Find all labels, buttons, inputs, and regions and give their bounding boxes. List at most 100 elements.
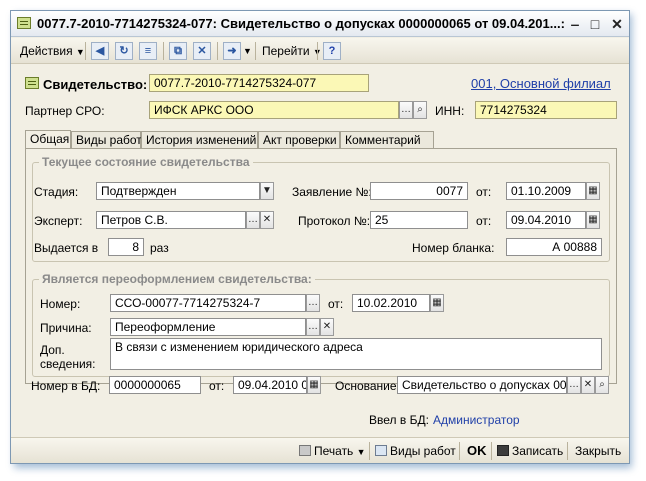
clear-icon[interactable]: ✕ (581, 376, 595, 394)
calendar-icon[interactable]: ▦ (586, 182, 600, 200)
tab-comment[interactable]: Комментарий (340, 131, 434, 149)
search-icon[interactable]: ⌕ (413, 101, 427, 119)
window-title: 0077.7-2010-7714275324-077: Свидетельств… (37, 16, 565, 31)
expert-field[interactable]: Петров С.В. (96, 211, 246, 229)
print-label: Печать (314, 444, 354, 458)
form-number-field[interactable]: А 00888 (506, 238, 602, 256)
clear-icon[interactable]: ✕ (320, 318, 334, 336)
entered-by-value[interactable]: Администратор (433, 413, 520, 427)
certificate-icon (25, 77, 39, 89)
calendar-icon[interactable]: ▦ (430, 294, 444, 312)
maximize-button[interactable]: □ (586, 15, 604, 33)
issued-label: Выдается в (34, 241, 99, 255)
application-number-field[interactable]: 0077 (370, 182, 468, 200)
toolbar-separator (255, 42, 256, 60)
issued-count-field[interactable]: 8 (108, 238, 144, 256)
save-label: Записать (512, 444, 564, 458)
stage-select[interactable]: Подтвержден (96, 182, 260, 200)
application-date-field[interactable]: 01.10.2009 (506, 182, 586, 200)
actions-label: Действия (20, 44, 73, 58)
work-types-icon (375, 445, 387, 456)
basis-label: Основание: (335, 379, 400, 393)
reissue-number-field[interactable]: ССО-00077-7714275324-7 (110, 294, 306, 312)
reissue-title: Является переоформлением свидетельства: (39, 272, 315, 286)
tab-inspection-act[interactable]: Акт проверки (258, 131, 340, 149)
reason-field[interactable]: Переоформление (110, 318, 306, 336)
back-arrow-icon[interactable]: ◀ (91, 42, 109, 60)
ok-button[interactable]: OK (467, 442, 487, 460)
partner-field[interactable]: ИФСК АРКС ООО (149, 101, 399, 119)
toolbar: Действия ▼ ◀ ↻ ≡ ⧉ ✕ ➜ ▼ Перейти ▼ ? (11, 38, 629, 64)
db-from-label: от: (209, 379, 225, 393)
select-partner-button[interactable]: … (399, 101, 413, 119)
certificate-label: Свидетельство: (43, 77, 148, 92)
goto-label: Перейти (262, 44, 310, 58)
chevron-down-icon[interactable]: ▼ (243, 46, 252, 56)
actions-menu[interactable]: Действия ▼ (17, 42, 88, 60)
save-button[interactable]: Записать (497, 442, 563, 460)
calendar-icon[interactable]: ▦ (307, 376, 321, 394)
branch-link[interactable]: 001, Основной филиал (471, 76, 611, 91)
close-button[interactable]: ✕ (608, 15, 626, 33)
select-basis-button[interactable]: … (567, 376, 581, 394)
protocol-number-field[interactable]: 25 (370, 211, 468, 229)
work-types-button[interactable]: Виды работ (375, 442, 456, 460)
tab-work-types[interactable]: Виды работ (71, 131, 142, 149)
title-bar[interactable]: 0077.7-2010-7714275324-077: Свидетельств… (11, 11, 629, 37)
chevron-down-icon: ▼ (356, 447, 366, 457)
chevron-down-icon: ▼ (75, 47, 85, 57)
tab-general[interactable]: Общая (25, 130, 71, 149)
command-separator (491, 442, 492, 460)
reissue-date-field[interactable]: 10.02.2010 (352, 294, 430, 312)
minimize-button[interactable]: ‒ (566, 15, 584, 33)
copy-icon[interactable]: ⧉ (169, 42, 187, 60)
structure-icon[interactable]: ≡ (139, 42, 157, 60)
delete-icon[interactable]: ✕ (193, 42, 211, 60)
reissue-number-label: Номер: (40, 297, 81, 311)
command-separator (459, 442, 460, 460)
floppy-disk-icon (497, 445, 509, 456)
search-icon[interactable]: ⌕ (595, 376, 609, 394)
command-bar: Печать ▼ Виды работ OK Записать Закрыть (11, 437, 629, 463)
times-label: раз (150, 241, 169, 255)
extra-info-textarea[interactable]: В связи с изменением юридического адреса (110, 338, 602, 370)
form-number-label: Номер бланка: (412, 241, 495, 255)
goto-menu[interactable]: Перейти ▼ (259, 42, 325, 60)
command-separator (567, 442, 568, 460)
command-separator (369, 442, 370, 460)
select-certificate-button[interactable]: … (306, 294, 320, 312)
db-number-label: Номер в БД: (31, 379, 101, 393)
db-number-field[interactable]: 0000000065 (109, 376, 201, 394)
calendar-icon[interactable]: ▦ (586, 211, 600, 229)
work-types-label: Виды работ (390, 444, 456, 458)
enter-based-on-icon[interactable]: ➜ (223, 42, 241, 60)
tab-change-history[interactable]: История изменений (141, 131, 258, 149)
application-from-label: от: (476, 185, 492, 199)
extra-info-label-line2: сведения: (40, 357, 96, 371)
current-state-title: Текущее состояние свидетельства (39, 155, 253, 169)
general-tab-panel: Текущее состояние свидетельства Стадия: … (25, 148, 617, 384)
help-button[interactable]: ? (323, 42, 341, 60)
clear-icon[interactable]: ✕ (260, 211, 274, 229)
refresh-icon[interactable]: ↻ (115, 42, 133, 60)
stage-label: Стадия: (34, 185, 79, 199)
protocol-from-label: от: (476, 214, 492, 228)
basis-field[interactable]: Свидетельство о допусках 0000( (397, 376, 567, 394)
inn-label: ИНН: (435, 104, 465, 118)
printer-icon (299, 445, 311, 456)
certificate-window: 0077.7-2010-7714275324-077: Свидетельств… (10, 10, 630, 464)
toolbar-separator (217, 42, 218, 60)
close-form-button[interactable]: Закрыть (575, 442, 621, 460)
db-date-field[interactable]: 09.04.2010 0: (233, 376, 307, 394)
chevron-down-icon[interactable]: ▼ (260, 182, 274, 200)
protocol-date-field[interactable]: 09.04.2010 (506, 211, 586, 229)
reissue-from-label: от: (328, 297, 344, 311)
inn-field[interactable]: 7714275324 (475, 101, 617, 119)
select-expert-button[interactable]: … (246, 211, 260, 229)
print-button[interactable]: Печать ▼ (299, 442, 366, 460)
entered-by-label: Ввел в БД: (369, 413, 429, 427)
reason-label: Причина: (40, 321, 92, 335)
certificate-number-field[interactable]: 0077.7-2010-7714275324-077 (149, 74, 369, 92)
select-reason-button[interactable]: … (306, 318, 320, 336)
toolbar-separator (163, 42, 164, 60)
